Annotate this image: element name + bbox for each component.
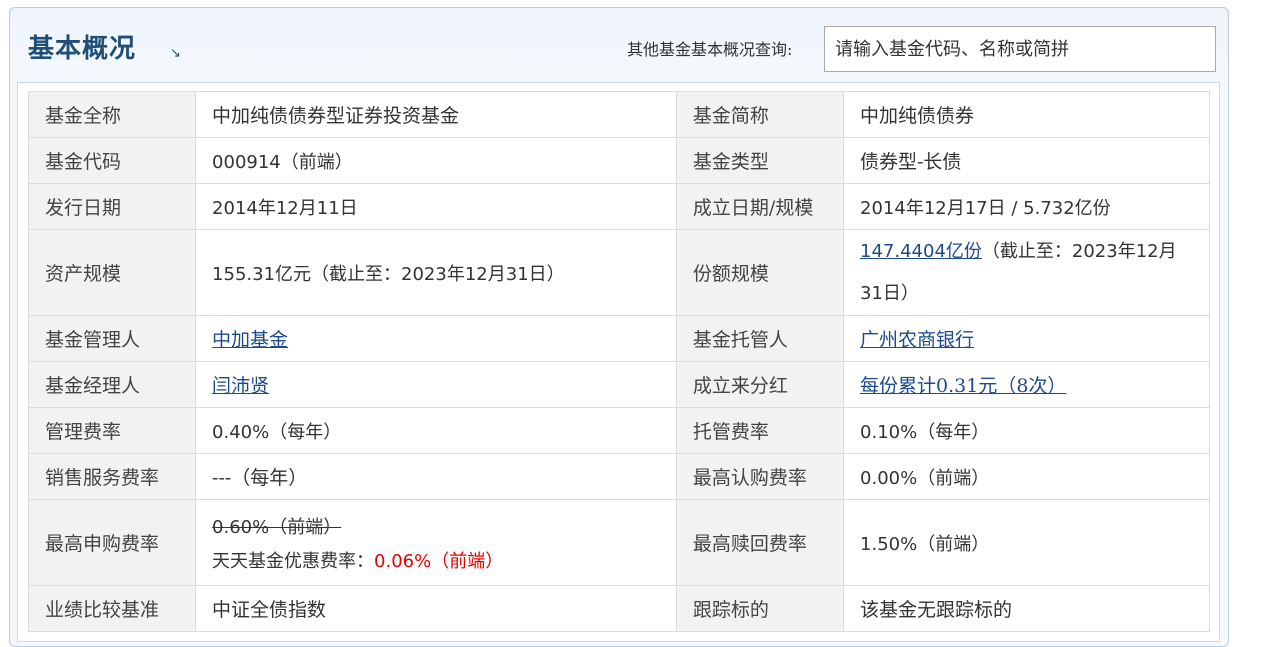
table-row: 基金管理人 中加基金 基金托管人 广州农商银行 [27, 315, 1210, 362]
discount-fee-label: 天天基金优惠费率： [212, 550, 375, 572]
value-fund-type: 债券型-长债 [843, 137, 1210, 184]
fund-manager-link[interactable]: 闫沛贤 [212, 375, 269, 397]
share-size-link[interactable]: 147.4404亿份 [860, 241, 982, 262]
value-fund-manager: 闫沛贤 [195, 361, 677, 408]
value-fund-full-name: 中加纯债债券型证券投资基金 [195, 91, 677, 138]
discount-fee-line: 天天基金优惠费率：0.06%（前端） [212, 547, 660, 573]
value-management-fee: 0.40%（每年） [195, 407, 677, 454]
label-custodian: 基金托管人 [675, 315, 845, 362]
discount-fee-value: 0.06%（前端） [374, 550, 504, 572]
value-fund-short-name: 中加纯债债券 [843, 91, 1210, 138]
value-dividends: 每份累计0.31元（8次） [843, 361, 1210, 408]
table-row: 资产规模 155.31亿元（截止至：2023年12月31日） 份额规模 147.… [27, 229, 1210, 316]
label-custody-fee: 托管费率 [675, 407, 845, 454]
label-inception-date-size: 成立日期/规模 [675, 183, 845, 230]
value-fund-manager-company: 中加基金 [195, 315, 677, 362]
label-benchmark: 业绩比较基准 [27, 585, 197, 632]
table-row: 管理费率 0.40%（每年） 托管费率 0.10%（每年） [27, 407, 1210, 454]
table-row: 最高申购费率 0.60%（前端） 天天基金优惠费率：0.06%（前端） 最高赎回… [27, 499, 1210, 586]
value-share-size: 147.4404亿份（截止至：2023年12月31日） [843, 229, 1210, 316]
expand-arrow-icon[interactable]: ↘ [170, 46, 181, 61]
label-asset-size: 资产规模 [27, 229, 197, 316]
label-management-fee: 管理费率 [27, 407, 197, 454]
label-fund-manager: 基金经理人 [27, 361, 197, 408]
label-share-size: 份额规模 [675, 229, 845, 316]
label-fund-code: 基金代码 [27, 137, 197, 184]
page-title: 基本概况 [28, 34, 137, 64]
label-fund-type: 基金类型 [675, 137, 845, 184]
table-row: 业绩比较基准 中证全债指数 跟踪标的 该基金无跟踪标的 [27, 585, 1210, 632]
value-max-subscription-fee: 0.00%（前端） [843, 453, 1210, 500]
original-purchase-fee: 0.60%（前端） [212, 516, 342, 538]
table-row: 销售服务费率 ---（每年） 最高认购费率 0.00%（前端） [27, 453, 1210, 500]
label-sales-service-fee: 销售服务费率 [27, 453, 197, 500]
table-row: 发行日期 2014年12月11日 成立日期/规模 2014年12月17日 / 5… [27, 183, 1210, 230]
label-tracking-target: 跟踪标的 [675, 585, 845, 632]
value-max-purchase-fee: 0.60%（前端） 天天基金优惠费率：0.06%（前端） [195, 499, 677, 586]
label-fund-full-name: 基金全称 [27, 91, 197, 138]
label-fund-short-name: 基金简称 [675, 91, 845, 138]
fund-info-container: 基金全称 中加纯债债券型证券投资基金 基金简称 中加纯债债券 基金代码 0009… [17, 82, 1220, 642]
label-issue-date: 发行日期 [27, 183, 197, 230]
label-dividends: 成立来分红 [675, 361, 845, 408]
table-row: 基金经理人 闫沛贤 成立来分红 每份累计0.31元（8次） [27, 361, 1210, 408]
value-sales-service-fee: ---（每年） [195, 453, 677, 500]
fund-company-link[interactable]: 中加基金 [212, 329, 288, 351]
value-asset-size: 155.31亿元（截止至：2023年12月31日） [195, 229, 677, 316]
value-benchmark: 中证全债指数 [195, 585, 677, 632]
label-max-subscription-fee: 最高认购费率 [675, 453, 845, 500]
search-label: 其他基金基本概况查询: [627, 40, 793, 59]
page-right-margin [1232, 0, 1265, 635]
value-tracking-target: 该基金无跟踪标的 [843, 585, 1210, 632]
fund-search-input[interactable] [824, 26, 1216, 72]
custodian-link[interactable]: 广州农商银行 [860, 329, 974, 351]
fund-info-table: 基金全称 中加纯债债券型证券投资基金 基金简称 中加纯债债券 基金代码 0009… [27, 91, 1210, 632]
label-max-purchase-fee: 最高申购费率 [27, 499, 197, 586]
table-row: 基金代码 000914（前端） 基金类型 债券型-长债 [27, 137, 1210, 184]
value-fund-code: 000914（前端） [195, 137, 677, 184]
value-custody-fee: 0.10%（每年） [843, 407, 1210, 454]
label-max-redemption-fee: 最高赎回费率 [675, 499, 845, 586]
value-custodian: 广州农商银行 [843, 315, 1210, 362]
dividends-link[interactable]: 每份累计0.31元（8次） [860, 375, 1066, 397]
value-max-redemption-fee: 1.50%（前端） [843, 499, 1210, 586]
label-fund-manager-company: 基金管理人 [27, 315, 197, 362]
value-inception-date-size: 2014年12月17日 / 5.732亿份 [843, 183, 1210, 230]
value-issue-date: 2014年12月11日 [195, 183, 677, 230]
table-row: 基金全称 中加纯债债券型证券投资基金 基金简称 中加纯债债券 [27, 91, 1210, 138]
